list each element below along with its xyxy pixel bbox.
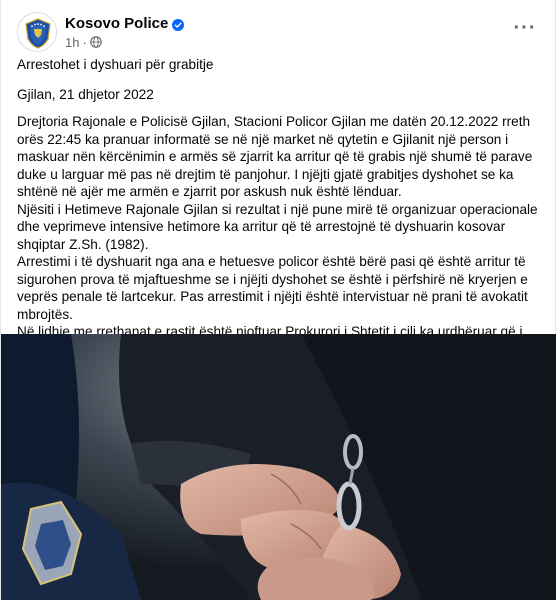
more-options-icon: ···: [513, 17, 537, 39]
post-timestamp[interactable]: 1h: [65, 35, 79, 50]
more-options-button[interactable]: ···: [511, 18, 539, 46]
globe-icon: [90, 36, 102, 48]
post-message: Arrestohet i dyshuari për grabitje Gjila…: [17, 56, 543, 376]
post-title: Arrestohet i dyshuari për grabitje: [17, 57, 214, 72]
post-paragraph: Drejtoria Rajonale e Policisë Gjilan, St…: [17, 114, 533, 199]
post-dateline: Gjilan, 21 dhjetor 2022: [17, 86, 154, 102]
post-photo[interactable]: [1, 334, 556, 600]
page-name-row: Kosovo Police: [65, 14, 185, 33]
meta-separator: ·: [82, 34, 87, 50]
post-header: Kosovo Police 1h · ···: [17, 12, 539, 52]
post-meta: 1h ·: [65, 34, 102, 50]
kosovo-police-logo: [19, 14, 56, 51]
facebook-post: Kosovo Police 1h · ··· Arrestohet i dysh…: [0, 0, 556, 600]
handcuffs-arrest-photo: [1, 334, 556, 600]
post-paragraph: Njësiti i Hetimeve Rajonale Gjilan si re…: [17, 201, 538, 252]
page-avatar[interactable]: [17, 12, 57, 52]
post-paragraph: Arrestimi i të dyshuarit nga ana e hetue…: [17, 254, 528, 322]
page-name-link[interactable]: Kosovo Police: [65, 15, 168, 32]
verified-badge-icon: [172, 18, 185, 31]
